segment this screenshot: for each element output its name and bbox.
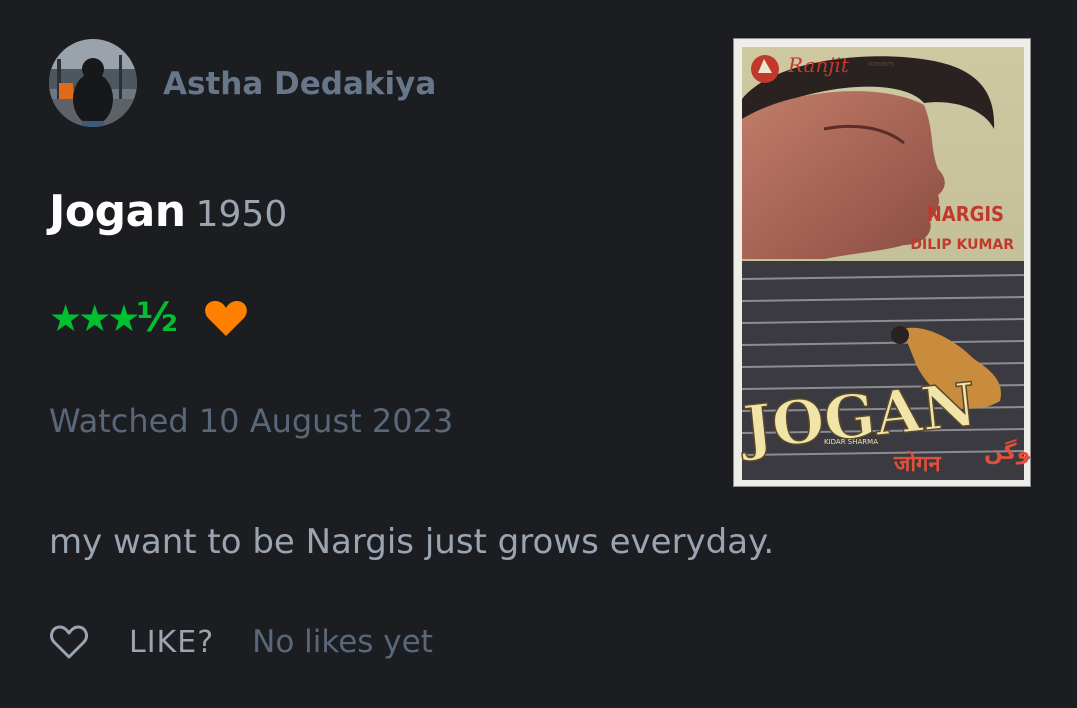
- poster-cast-1: NARGIS: [927, 202, 1004, 226]
- watched-date: Watched 10 August 2023: [49, 402, 454, 440]
- rating-stars: ★★★: [49, 296, 140, 340]
- poster-hindi-title: जोगन: [893, 450, 941, 477]
- poster-cast-2: DILIP KUMAR: [910, 237, 1014, 253]
- poster-credit: KIDAR SHARMA: [824, 438, 878, 446]
- liked-heart-icon: [205, 301, 247, 336]
- star-rating: ★★★½: [49, 297, 178, 340]
- poster-urdu-title: جوگن: [984, 438, 1031, 465]
- film-year[interactable]: 1950: [196, 194, 288, 235]
- film-heading: Jogan 1950: [49, 186, 287, 237]
- review-page: Astha Dedakiya Jogan 1950 ★★★½ Watched 10…: [0, 0, 1077, 708]
- film-poster[interactable]: Ranjit PRESENTS NARGIS DILIP KUMAR JOGAN…: [733, 38, 1031, 487]
- like-button[interactable]: LIKE?: [129, 625, 214, 660]
- like-row: LIKE? No likes yet: [49, 620, 433, 664]
- username[interactable]: Astha Dedakiya: [163, 66, 436, 102]
- poster-studio: Ranjit: [787, 53, 850, 77]
- rating-row: ★★★½: [49, 297, 248, 339]
- review-text: my want to be Nargis just grows everyday…: [49, 522, 775, 562]
- film-title[interactable]: Jogan: [49, 186, 186, 237]
- poster-presents: PRESENTS: [868, 62, 894, 68]
- rating-half-star: ½: [136, 294, 178, 341]
- avatar[interactable]: [49, 39, 137, 127]
- heart-outline-icon[interactable]: [49, 624, 89, 660]
- likes-count: No likes yet: [252, 624, 433, 660]
